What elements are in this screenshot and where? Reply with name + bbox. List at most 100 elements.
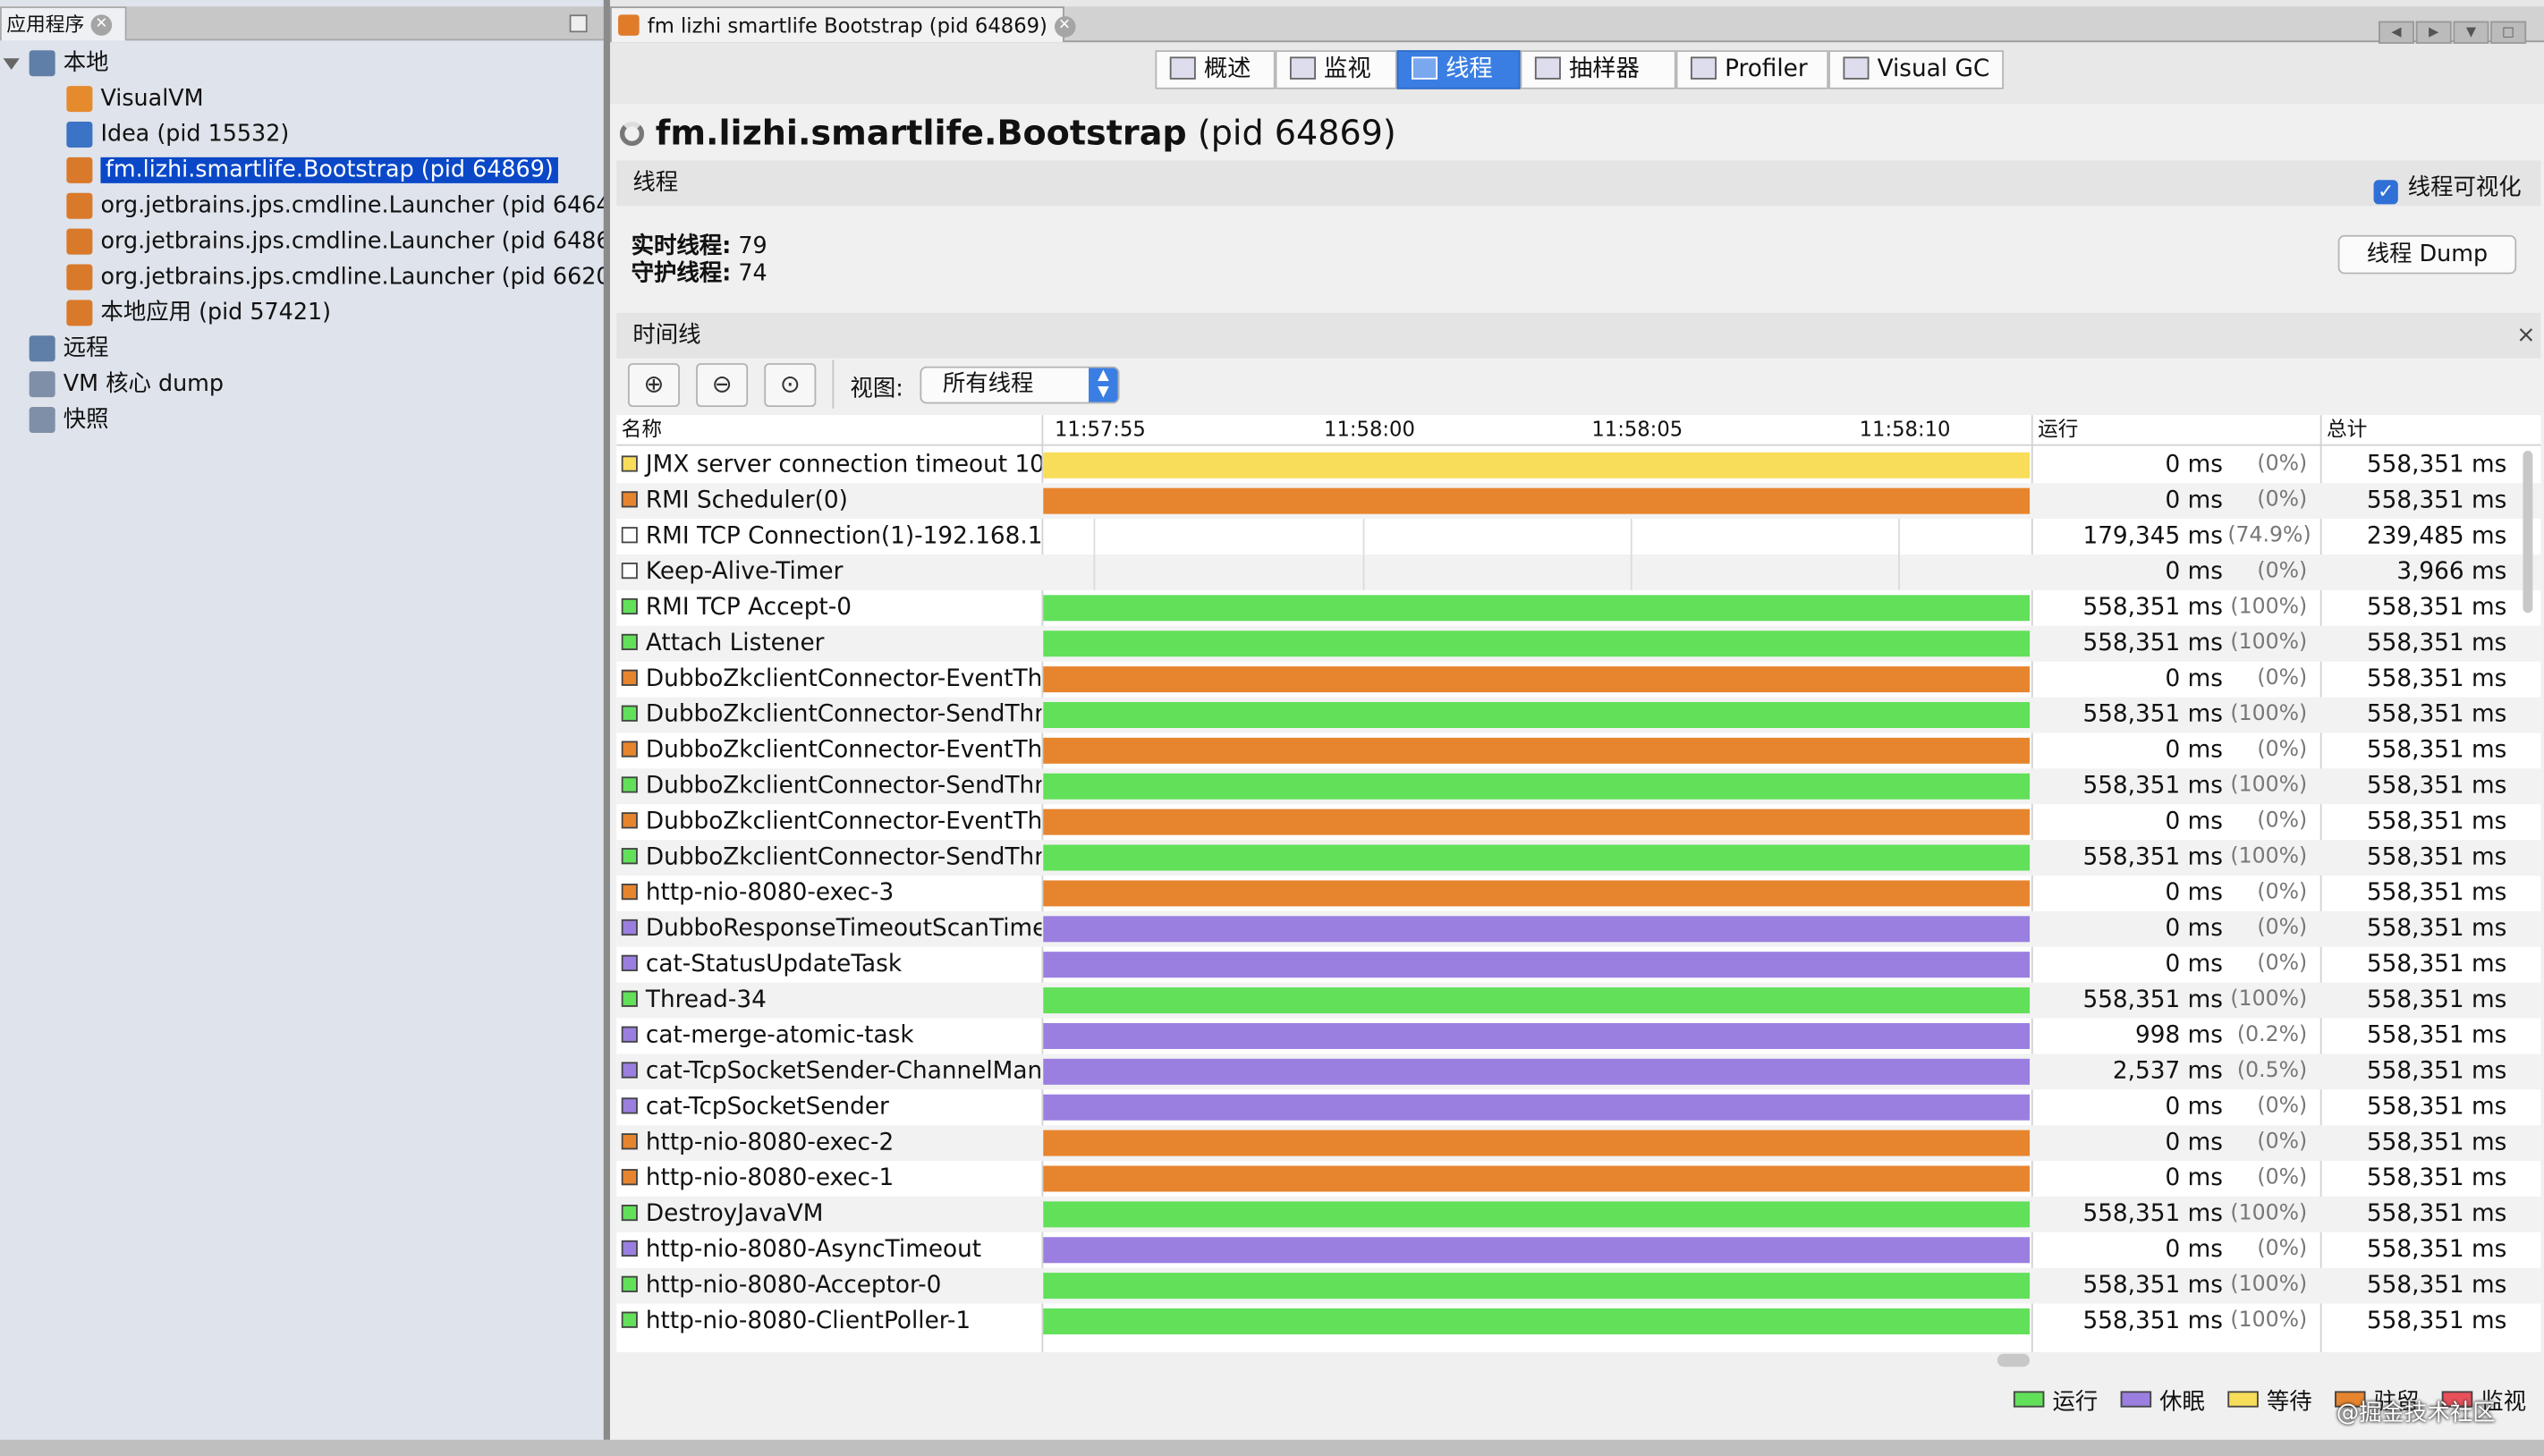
view-label: 视图: (850, 376, 903, 402)
table-row[interactable]: cat-merge-atomic-task 998 ms (0.2%) 558,351… (616, 1019, 2540, 1054)
tree-item[interactable]: 远程 (29, 331, 109, 367)
table-row[interactable]: http-nio-8080-exec-1 0 ms (0%) 558,351 ms (616, 1161, 2540, 1197)
legend-item: 等待 (2227, 1390, 2312, 1416)
tab-threads[interactable]: 线程 (1396, 50, 1521, 89)
table-row[interactable]: RMI TCP Accept-0 558,351 ms (100%) 558,351 … (616, 590, 2540, 626)
table-row[interactable]: DubboZkclientConnector-SendThre 558,351 m… (616, 768, 2541, 805)
thread-name: DubboZkclientConnector-SendThre (645, 773, 1042, 800)
close-timeline-icon[interactable]: × (2516, 323, 2535, 349)
horizontal-scrollbar[interactable] (1997, 1353, 2031, 1367)
table-row[interactable]: http-nio-8080-ClientPoller-1 558,351 ms (1… (616, 1304, 2540, 1340)
thread-name-cell: Keep-Alive-Timer (621, 554, 1042, 590)
daemon-threads-value: 74 (738, 260, 767, 287)
total-time-cell: 558,351 ms (2366, 1165, 2507, 1192)
tree-item[interactable]: 快照 (29, 402, 109, 438)
tree-item[interactable]: fm.lizhi.smartlife.Bootstrap (pid 64869) (66, 152, 559, 188)
table-row[interactable]: Attach Listener 558,351 ms (100%) 558,351 m… (616, 625, 2541, 662)
run-time-cell: 0 ms (2165, 666, 2223, 693)
column-header-total[interactable]: 总计 (2327, 415, 2367, 444)
scroll-right-icon[interactable]: ▶ (2415, 21, 2452, 44)
tree-item[interactable]: org.jetbrains.jps.cmdline.Launcher (pid … (66, 188, 634, 224)
view-select[interactable]: 所有线程 ▲ ▼ (920, 366, 1120, 404)
table-row[interactable]: cat-TcpSocketSender 0 ms (0%) 558,351 ms (616, 1089, 2540, 1125)
expand-arrow-icon[interactable] (3, 58, 20, 70)
tab-document[interactable]: fm lizhi smartlife Bootstrap (pid 64869)… (609, 6, 1075, 43)
thread-state-swatch (621, 990, 638, 1007)
tab-label: 概述 (1203, 56, 1251, 83)
thread-name: DubboResponseTimeoutScanTimer (645, 916, 1042, 943)
zoom-out-button[interactable]: ⊖ (696, 363, 749, 408)
thread-timeline (1041, 483, 2031, 519)
thread-state-swatch (621, 954, 638, 971)
minimize-icon[interactable] (569, 14, 588, 33)
vertical-scrollbar[interactable] (2523, 450, 2533, 614)
panel-splitter[interactable] (603, 0, 610, 1440)
table-row[interactable]: DubboZkclientConnector-SendThre 558,351 m… (616, 697, 2541, 733)
tab-overview[interactable]: 概述 (1155, 50, 1276, 89)
run-time-cell: 0 ms (2165, 737, 2223, 764)
table-row[interactable]: DubboZkclientConnector-SendThre 558,351 m… (616, 840, 2541, 876)
close-icon[interactable]: ✕ (1054, 16, 1075, 38)
thread-timeline (1041, 1232, 2031, 1268)
table-row[interactable]: DubboResponseTimeoutScanTimer 0 ms (0%) 558… (616, 910, 2541, 947)
timeline-bar (1043, 916, 2031, 943)
java-app-icon (66, 192, 93, 219)
tree-item-label: org.jetbrains.jps.cmdline.Launcher (pid … (100, 264, 634, 291)
thread-name: DubboZkclientConnector-SendThre (645, 844, 1042, 871)
table-row[interactable]: DubboZkclientConnector-EventThr 0 ms (0%) 5… (616, 804, 2540, 840)
table-row[interactable]: cat-TcpSocketSender-ChannelMan 2,537 ms (0… (616, 1054, 2541, 1090)
table-row[interactable]: Thread-34 558,351 ms (100%) 558,351 ms (616, 982, 2541, 1019)
visualize-threads-checkbox[interactable]: ✓ 线程可视化 (2373, 170, 2522, 205)
timeline-gridline (1362, 554, 1365, 590)
column-header-run[interactable]: 运行 (2038, 415, 2078, 444)
thread-name-cell: DestroyJavaVM (621, 1197, 1042, 1232)
run-time-cell: 0 ms (2165, 452, 2223, 478)
zoom-in-button[interactable]: ⊕ (627, 363, 680, 408)
tree-item[interactable]: Idea (pid 15532) (66, 117, 289, 153)
scroll-left-icon[interactable]: ◀ (2379, 21, 2414, 44)
table-row[interactable]: http-nio-8080-Acceptor-0 558,351 ms (100%)… (616, 1267, 2541, 1304)
tab-visual-gc[interactable]: Visual GC (1828, 50, 2005, 89)
table-row[interactable]: DubboZkclientConnector-EventThr 0 ms (0%) 5… (616, 732, 2540, 768)
thread-name: DubboZkclientConnector-SendThre (645, 701, 1042, 728)
maximize-icon[interactable]: □ (2490, 21, 2527, 44)
total-time-cell: 558,351 ms (2366, 737, 2507, 764)
table-row[interactable]: cat-StatusUpdateTask 0 ms (0%) 558,351 ms (616, 947, 2540, 983)
column-header-name[interactable]: 名称 (622, 415, 662, 444)
thread-name-cell: Attach Listener (621, 626, 1042, 662)
chevron-down-icon[interactable]: ▼ (2453, 21, 2489, 44)
tree-item[interactable]: 本地 (29, 46, 109, 81)
tab-applications[interactable]: 应用程序 ✕ (0, 6, 127, 41)
thread-name-cell: cat-StatusUpdateTask (621, 947, 1042, 983)
table-row[interactable]: http-nio-8080-exec-2 0 ms (0%) 558,351 ms (616, 1125, 2541, 1162)
thread-dump-button[interactable]: 线程 Dump (2337, 234, 2517, 275)
thread-timeline (1041, 947, 2031, 983)
timeline-bar (1043, 1201, 2031, 1228)
table-row[interactable]: DubboZkclientConnector-EventThr 0 ms (0%) 5… (616, 662, 2540, 698)
watermark: @掘金技术社区 (2336, 1401, 2496, 1427)
run-percent-cell: (100%) (2230, 631, 2308, 656)
thread-state-swatch (621, 1169, 638, 1186)
monitor-icon (1289, 56, 1316, 80)
table-row[interactable]: Keep-Alive-Timer 0 ms (0%) 3,966 ms (616, 554, 2541, 590)
tree-item[interactable]: org.jetbrains.jps.cmdline.Launcher (pid … (66, 259, 634, 295)
table-row[interactable]: http-nio-8080-exec-3 0 ms (0%) 558,351 ms (616, 876, 2540, 911)
run-percent-cell: (0%) (2257, 559, 2308, 584)
table-row[interactable]: JMX server connection timeout 108 0 ms (0%… (616, 447, 2540, 483)
zoom-fit-button[interactable]: ⊙ (764, 363, 817, 408)
table-row[interactable]: RMI TCP Connection(1)-192.168.19 179,345 … (616, 519, 2540, 555)
timeline-bar (1043, 987, 2031, 1014)
tree-item[interactable]: VM 核心 dump (29, 367, 224, 402)
table-row[interactable]: RMI Scheduler(0) 0 ms (0%) 558,351 ms (616, 483, 2541, 520)
tab-monitor[interactable]: 监视 (1275, 50, 1397, 89)
tree-item[interactable]: org.jetbrains.jps.cmdline.Launcher (pid … (66, 224, 634, 259)
table-row[interactable]: http-nio-8080-AsyncTimeout 0 ms (0%) 558,35… (616, 1232, 2540, 1268)
run-time-cell: 0 ms (2165, 1165, 2223, 1192)
tab-profiler[interactable]: Profiler (1675, 50, 1829, 89)
close-icon[interactable]: ✕ (90, 14, 113, 36)
tree-item[interactable]: 本地应用 (pid 57421) (66, 295, 331, 331)
visualvm-icon (66, 86, 93, 113)
table-row[interactable]: DestroyJavaVM 558,351 ms (100%) 558,351 ms (616, 1196, 2541, 1232)
tree-item[interactable]: VisualVM (66, 81, 204, 117)
tab-sampler[interactable]: 抽样器 (1520, 50, 1676, 89)
